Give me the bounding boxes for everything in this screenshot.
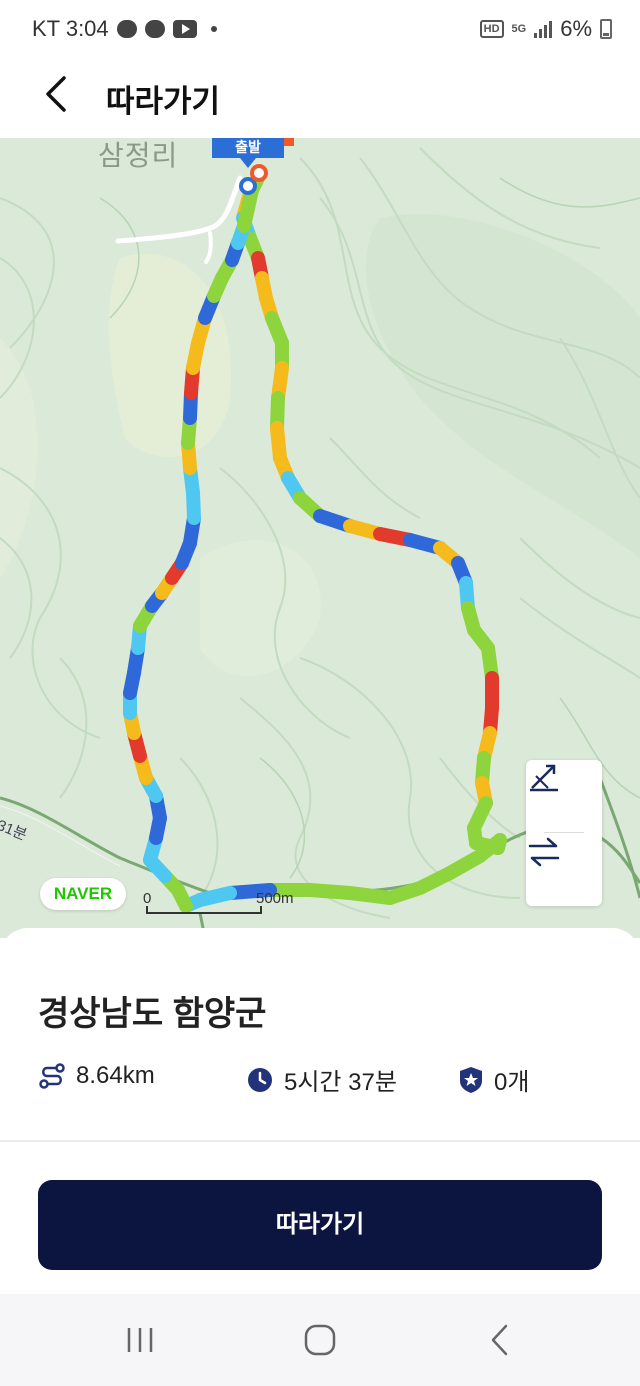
- back-arrow-icon: [491, 1324, 508, 1356]
- battery-percent: 6%: [560, 16, 592, 41]
- distance-stat: 8.64km: [38, 1062, 155, 1090]
- map-tools: [526, 760, 602, 906]
- follow-button[interactable]: 따라가기: [38, 1180, 602, 1270]
- recent-apps-button[interactable]: [110, 1320, 170, 1360]
- chat-icon: [144, 20, 165, 38]
- badge-stat: 0개: [458, 1062, 529, 1097]
- scale-bar: [146, 906, 262, 914]
- naver-logo: NAVER: [40, 878, 126, 910]
- place-label: 삼정리: [98, 140, 179, 171]
- route-distance-icon: [39, 1063, 65, 1089]
- youtube-icon: [172, 20, 197, 38]
- start-flag-pointer: [240, 158, 256, 168]
- home-button[interactable]: [290, 1320, 350, 1360]
- start-marker: [239, 177, 257, 195]
- start-flag: 출발: [212, 138, 284, 158]
- status-left: KT 3:04: [32, 16, 217, 42]
- carrier-time: KT 3:04: [32, 16, 109, 41]
- distance-value: 8.64km: [76, 1062, 155, 1089]
- back-button[interactable]: [36, 72, 80, 116]
- battery-icon: [600, 19, 612, 39]
- sheet-divider: [0, 1140, 640, 1142]
- system-back-button[interactable]: [470, 1320, 530, 1360]
- recent-apps-icon: [127, 1328, 153, 1352]
- end-flag: [284, 138, 294, 146]
- status-bar: KT 3:04 HD 5G 6%: [0, 0, 640, 60]
- duration-stat: 5시간 37분: [246, 1062, 397, 1097]
- signal-icon: [534, 20, 553, 38]
- tools-divider: [544, 832, 584, 833]
- scale-start-label: 0: [143, 890, 152, 907]
- end-marker: [250, 164, 268, 182]
- hd-icon: HD: [479, 20, 504, 38]
- scale-end-label: 500m: [256, 890, 294, 907]
- kakaotalk-icon: [116, 20, 137, 38]
- badge-count: 0개: [494, 1069, 530, 1096]
- slope-icon: [530, 764, 558, 792]
- duration-value: 5시간 37분: [284, 1069, 397, 1096]
- network-type: 5G: [511, 23, 527, 35]
- swap-icon: [528, 837, 560, 867]
- page-title: 따라가기: [106, 84, 221, 119]
- swap-direction-button[interactable]: [526, 834, 602, 906]
- home-icon: [304, 1324, 336, 1356]
- clock-icon: [248, 1067, 272, 1092]
- system-nav-bar: [0, 1294, 640, 1386]
- status-right: HD 5G 6%: [479, 16, 612, 42]
- trail-info-sheet: 경상남도 함양군 8.64km 5시간 37분 0개 따라가기: [0, 928, 640, 1294]
- app-header: 따라가기: [0, 60, 640, 138]
- slope-button[interactable]: [526, 760, 602, 832]
- trail-stats: 8.64km 5시간 37분 0개: [38, 1062, 608, 1097]
- more-notifications-icon: [210, 26, 217, 32]
- region-name: 경상남도 함양군: [38, 995, 267, 1033]
- chevron-left-icon: [46, 76, 66, 112]
- map-view[interactable]: 삼정리 출발 31분 NAVER 0 500m: [0, 138, 640, 938]
- star-shield-icon: [460, 1066, 482, 1093]
